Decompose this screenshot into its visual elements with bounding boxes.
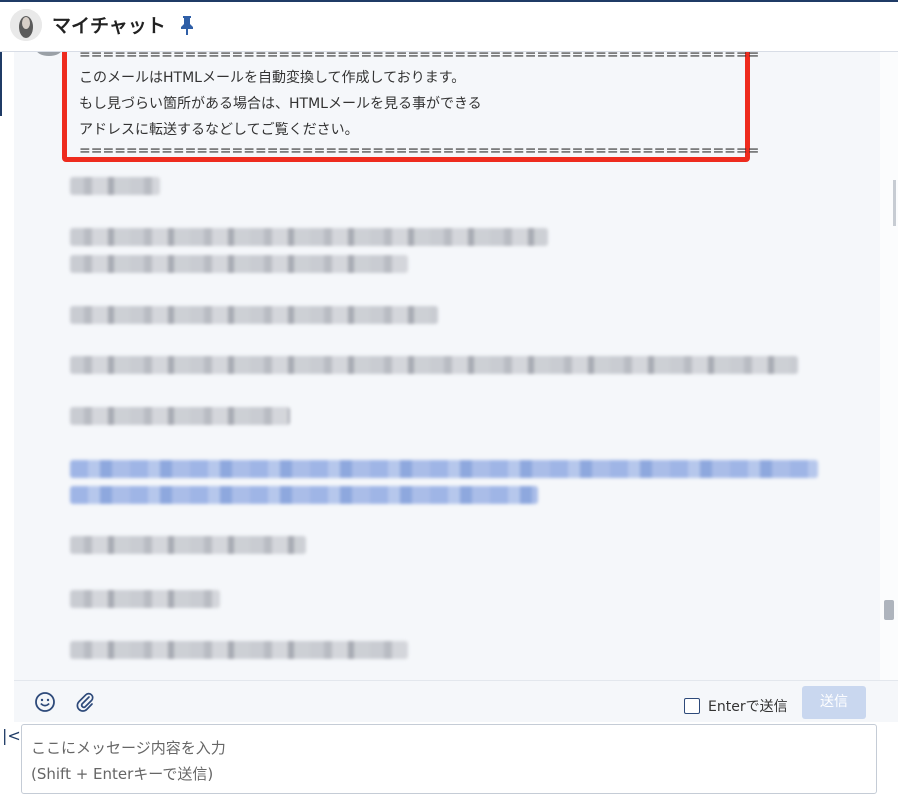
redacted-text bbox=[70, 228, 548, 246]
message-line-3: アドレスに転送するなどしてご覧ください。 bbox=[79, 122, 359, 138]
redacted-text bbox=[70, 255, 408, 273]
redacted-text bbox=[70, 536, 306, 554]
highlight-box: ========================================… bbox=[62, 52, 759, 162]
redacted-link[interactable] bbox=[70, 486, 538, 504]
redacted-text bbox=[70, 590, 220, 608]
sender-avatar bbox=[36, 52, 62, 56]
message-line-2: もし見づらい箇所がある場合は、HTMLメールを見る事ができる bbox=[79, 96, 482, 112]
message-input-placeholder: ここにメッセージ内容を入力 bbox=[31, 739, 226, 757]
left-navigation-strip bbox=[0, 52, 14, 800]
separator-bottom: ========================================… bbox=[79, 143, 760, 159]
scrollbar-marker bbox=[893, 180, 896, 226]
avatar-image bbox=[10, 9, 42, 41]
separator-top: ========================================… bbox=[79, 52, 760, 63]
active-indicator bbox=[0, 52, 2, 116]
redacted-link[interactable] bbox=[70, 460, 818, 478]
message-input[interactable]: ここにメッセージ内容を入力 (Shift + Enterキーで送信) bbox=[21, 724, 877, 794]
enter-to-send-label: Enterで送信 bbox=[708, 699, 788, 715]
pin-icon[interactable] bbox=[178, 14, 196, 36]
redacted-text bbox=[70, 407, 290, 425]
emoji-icon[interactable] bbox=[34, 691, 56, 713]
redacted-text bbox=[70, 306, 438, 324]
send-button[interactable]: 送信 bbox=[802, 686, 866, 719]
enter-to-send-checkbox[interactable] bbox=[684, 698, 700, 714]
header-top-border bbox=[0, 0, 898, 2]
page-title: マイチャット bbox=[52, 15, 166, 37]
avatar[interactable] bbox=[10, 9, 42, 41]
collapse-left-icon[interactable]: |< bbox=[2, 726, 21, 745]
paperclip-icon[interactable] bbox=[74, 691, 96, 713]
scrollbar-thumb[interactable] bbox=[884, 600, 894, 620]
redacted-text bbox=[70, 177, 160, 195]
message-input-hint: (Shift + Enterキーで送信) bbox=[31, 765, 214, 783]
redacted-text bbox=[70, 356, 798, 374]
message-line-1: このメールはHTMLメールを自動変換して作成しております。 bbox=[79, 70, 466, 86]
chat-header: マイチャット bbox=[0, 0, 898, 52]
scrollbar[interactable] bbox=[880, 52, 898, 680]
redacted-text bbox=[70, 641, 408, 659]
message-list: ========================================… bbox=[14, 52, 880, 680]
enter-to-send-toggle[interactable]: Enterで送信 bbox=[684, 696, 788, 716]
